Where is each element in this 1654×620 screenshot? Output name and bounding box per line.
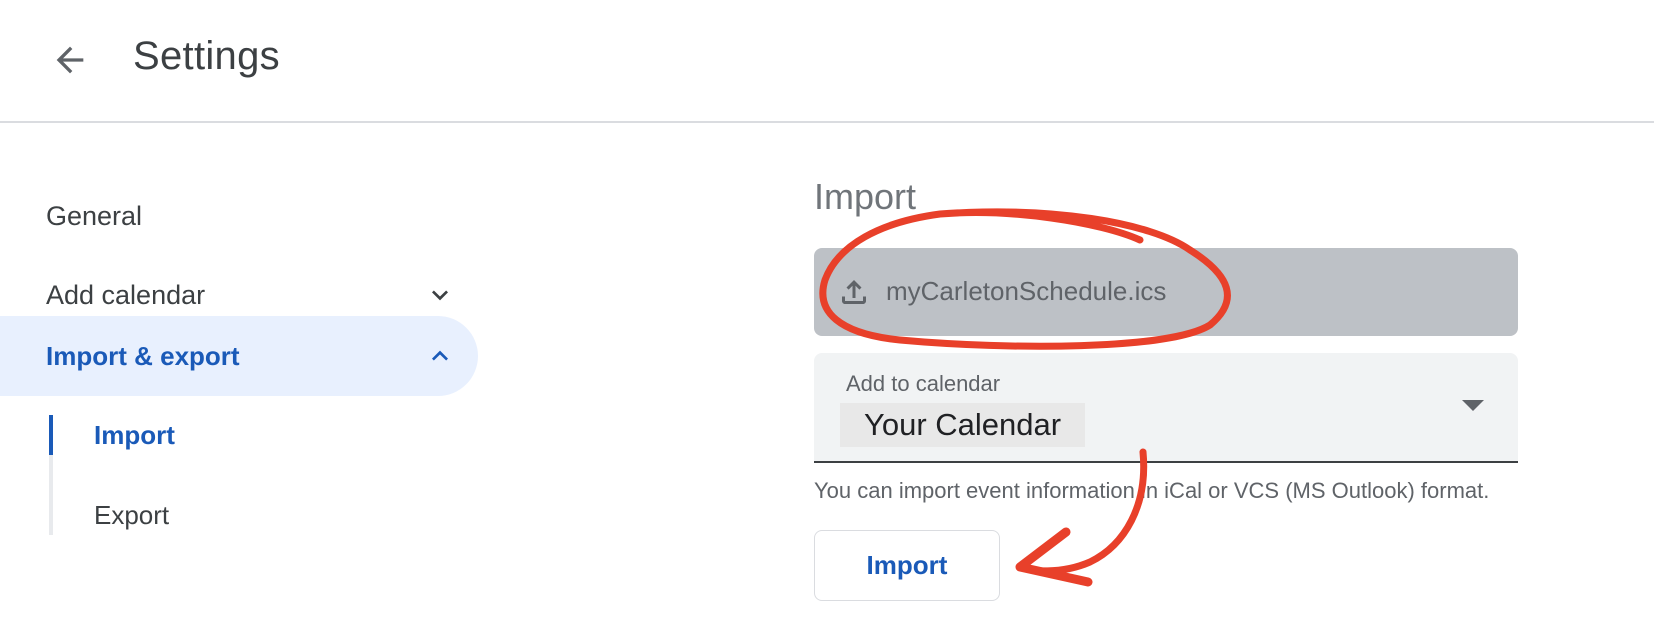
section-title: Import (814, 176, 917, 217)
format-help-text: You can import event information in iCal… (814, 478, 1490, 503)
select-label: Add to calendar (846, 371, 1001, 396)
subnav-item-label: Import (94, 419, 175, 450)
arrow-back-icon (56, 46, 84, 74)
annotation-arrowhead (1015, 527, 1093, 587)
subnav-item-export[interactable]: Export (53, 485, 478, 545)
header: Settings (0, 0, 1654, 123)
subnav-item-import[interactable]: Import (53, 405, 478, 465)
selected-file-name: myCarletonSchedule.ics (886, 276, 1167, 306)
nav-item-import-export[interactable]: Import & export (0, 316, 478, 396)
subnav-item-label: Export (94, 499, 170, 530)
chevron-down-icon[interactable] (424, 279, 456, 311)
back-button[interactable] (40, 30, 100, 90)
dropdown-arrow-icon[interactable] (1462, 400, 1484, 411)
page-title: Settings (133, 34, 280, 78)
selected-calendar: Your Calendar (840, 403, 1086, 447)
nav-item-label: Add calendar (46, 279, 206, 310)
nav-item-label: Import & export (46, 340, 240, 371)
add-to-calendar-select[interactable]: Add to calendar Your Calendar (814, 353, 1518, 463)
upload-icon (842, 280, 866, 304)
nav-item-label: General (46, 200, 143, 231)
chevron-up-icon[interactable] (424, 340, 456, 372)
annotation-arrow-curve (1016, 448, 1148, 575)
import-button[interactable]: Import (814, 530, 1000, 601)
file-picker[interactable]: myCarletonSchedule.ics (814, 248, 1518, 336)
nav-item-general[interactable]: General (0, 176, 478, 256)
